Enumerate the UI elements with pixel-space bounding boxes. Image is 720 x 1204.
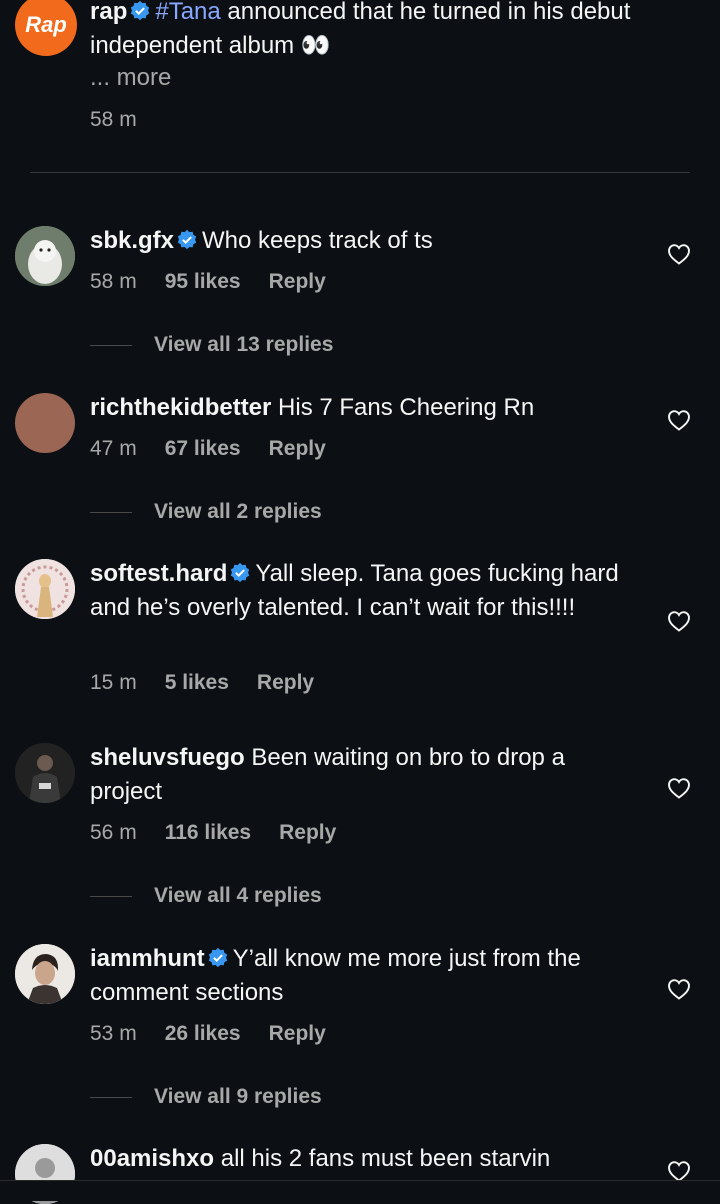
comment-text: softest.hard Yall sleep. Tana goes fuckin… <box>90 557 630 625</box>
comment-time: 53 m <box>90 1022 137 1045</box>
verified-badge-icon <box>208 947 227 968</box>
heart-outline-icon[interactable] <box>667 409 691 431</box>
view-replies-button[interactable]: View all 13 replies <box>90 330 333 360</box>
caption-divider <box>30 172 690 173</box>
caption-text: rap #Tana announced that he turned in his… <box>90 0 700 63</box>
bottom-bar <box>0 1180 720 1201</box>
comment-username[interactable]: softest.hard <box>90 560 227 587</box>
white-animal-avatar-icon <box>15 226 75 286</box>
comment-username[interactable]: 00amishxo <box>90 1145 214 1172</box>
comment-username[interactable]: richthekidbetter <box>90 394 271 421</box>
view-replies-label[interactable]: View all 9 replies <box>154 1085 322 1109</box>
reply-button[interactable]: Reply <box>269 270 326 294</box>
view-replies-button[interactable]: View all 2 replies <box>90 497 322 527</box>
comment-body: Who keeps track of ts <box>202 227 433 254</box>
comment-text: 00amishxo all his 2 fans must been starv… <box>90 1142 650 1176</box>
caption-username[interactable]: rap <box>90 0 127 25</box>
caption-hashtag[interactable]: #Tana <box>155 0 220 25</box>
caption-time: 58 m <box>90 108 137 131</box>
avatar-sheluvsfuego[interactable] <box>15 743 75 803</box>
avatar-iammhunt[interactable] <box>15 944 75 1004</box>
comment-time: 58 m <box>90 270 137 293</box>
heart-outline-icon[interactable] <box>667 777 691 799</box>
avatar-sbk-gfx[interactable] <box>15 226 75 286</box>
figure-artwork-avatar-icon <box>15 559 75 619</box>
caption-more-link[interactable]: ... more <box>90 64 171 92</box>
view-replies-button[interactable]: View all 9 replies <box>90 1082 322 1112</box>
verified-badge-icon <box>231 562 250 583</box>
comment-meta: 47 m 67 likes Reply <box>90 437 354 461</box>
comment-username[interactable]: iammhunt <box>90 945 205 972</box>
comment-text: sheluvsfuego Been waiting on bro to drop… <box>90 741 630 809</box>
heart-outline-icon[interactable] <box>667 243 691 265</box>
comment-username[interactable]: sbk.gfx <box>90 227 174 254</box>
comment-meta: 58 m 95 likes Reply <box>90 270 354 294</box>
comment-username[interactable]: sheluvsfuego <box>90 744 245 771</box>
replies-line <box>90 895 132 897</box>
comment-text: iammhunt Y’all know me more just from the… <box>90 942 650 1010</box>
verified-badge-icon <box>131 0 150 21</box>
comment-body: all his 2 fans must been starvin <box>220 1145 551 1172</box>
comment-likes[interactable]: 95 likes <box>165 270 241 294</box>
comment-meta: 15 m 5 likes Reply <box>90 671 342 695</box>
comment-meta: 56 m 116 likes Reply <box>90 821 364 845</box>
comment-likes[interactable]: 67 likes <box>165 437 241 461</box>
reply-button[interactable]: Reply <box>279 821 336 845</box>
comment-time: 56 m <box>90 821 137 844</box>
comment-text: sbk.gfx Who keeps track of ts <box>90 224 650 258</box>
replies-line <box>90 344 132 346</box>
heart-outline-icon[interactable] <box>667 1160 691 1182</box>
view-replies-label[interactable]: View all 13 replies <box>154 333 333 357</box>
avatar-richthekidbetter[interactable] <box>15 393 75 453</box>
comment-time: 47 m <box>90 437 137 460</box>
comment-likes[interactable]: 5 likes <box>165 671 229 695</box>
view-replies-label[interactable]: View all 2 replies <box>154 500 322 524</box>
replies-line <box>90 511 132 513</box>
view-replies-label[interactable]: View all 4 replies <box>154 884 322 908</box>
verified-badge-icon <box>177 229 197 250</box>
rap-logo-icon: Rap <box>25 12 67 37</box>
replies-line <box>90 1096 132 1098</box>
comment-time: 15 m <box>90 671 137 694</box>
reply-button[interactable]: Reply <box>257 671 314 695</box>
heart-outline-icon[interactable] <box>667 610 691 632</box>
rap-logo-text: Rap <box>25 12 67 37</box>
person-photo-avatar-icon <box>15 743 75 803</box>
view-replies-button[interactable]: View all 4 replies <box>90 881 322 911</box>
person-portrait-avatar-icon <box>15 944 75 1004</box>
comment-body: His 7 Fans Cheering Rn <box>278 394 535 421</box>
avatar-softest-hard[interactable] <box>15 559 75 619</box>
reply-button[interactable]: Reply <box>269 1022 326 1046</box>
comment-text: richthekidbetter His 7 Fans Cheering Rn <box>90 391 650 425</box>
reply-button[interactable]: Reply <box>269 437 326 461</box>
comment-meta: 53 m 26 likes Reply <box>90 1022 354 1046</box>
comment-likes[interactable]: 26 likes <box>165 1022 241 1046</box>
heart-outline-icon[interactable] <box>667 978 691 1000</box>
comment-likes[interactable]: 116 likes <box>165 821 251 845</box>
caption-avatar[interactable]: Rap <box>15 0 77 56</box>
